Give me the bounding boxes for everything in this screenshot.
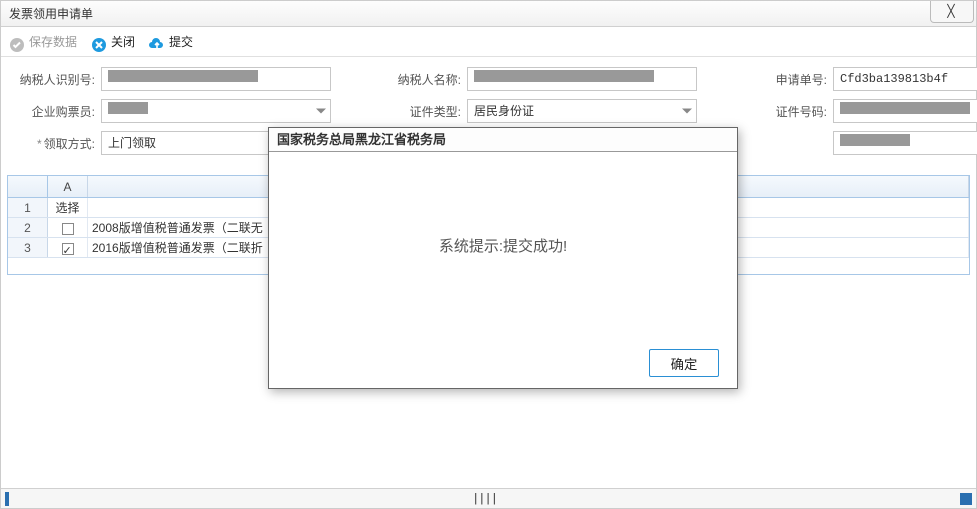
success-dialog: 国家税务总局黑龙江省税务局 系统提示:提交成功! 确定	[268, 127, 738, 389]
submit-label: 提交	[169, 27, 193, 57]
save-label: 保存数据	[29, 27, 77, 57]
checkbox-icon[interactable]	[62, 243, 74, 255]
taxpayer-id-label: 纳税人识别号:	[15, 71, 101, 88]
cert-no-input[interactable]	[833, 99, 977, 123]
buyer-label: 企业购票员:	[15, 103, 101, 120]
status-right-marker	[960, 493, 972, 505]
buyer-select[interactable]	[101, 99, 331, 123]
toolbar: 保存数据 关闭 提交	[1, 27, 976, 57]
close-circle-icon	[91, 34, 107, 50]
cert-type-select[interactable]: 居民身份证	[467, 99, 697, 123]
taxpayer-name-label: 纳税人名称:	[381, 71, 467, 88]
row-select-cell[interactable]	[48, 218, 88, 237]
col-select-header: 选择	[48, 198, 88, 217]
save-button[interactable]: 保存数据	[9, 27, 77, 57]
checkbox-icon[interactable]	[62, 223, 74, 235]
close-button[interactable]: 关闭	[91, 27, 135, 57]
title-bar: 发票领用申请单 ╳	[1, 1, 976, 27]
redacted-value	[474, 70, 654, 82]
taxpayer-id-input[interactable]	[101, 67, 331, 91]
status-bar: ||||	[1, 488, 976, 508]
row-select-cell[interactable]	[48, 238, 88, 257]
window-close-button[interactable]: ╳	[930, 1, 974, 23]
check-circle-icon	[9, 34, 25, 50]
submit-button[interactable]: 提交	[149, 27, 193, 57]
receive-mode-value: 上门领取	[108, 136, 156, 150]
status-center-marker: ||||	[472, 492, 497, 506]
grid-corner	[8, 176, 48, 197]
dialog-title: 国家税务总局黑龙江省税务局	[269, 128, 737, 152]
window-title: 发票领用申请单	[9, 7, 93, 21]
status-left-marker	[5, 492, 9, 506]
apply-no-input[interactable]: Cfd3ba139813b4f	[833, 67, 977, 91]
redacted-value	[108, 102, 148, 114]
extra-input[interactable]	[833, 131, 977, 155]
redacted-value	[840, 134, 910, 146]
grid-col-letter: A	[48, 176, 88, 197]
cert-type-label: 证件类型:	[381, 103, 467, 120]
grid-rownum: 2	[8, 218, 48, 237]
upload-cloud-icon	[149, 34, 165, 50]
apply-no-label: 申请单号:	[747, 71, 833, 88]
ok-button[interactable]: 确定	[649, 349, 719, 377]
grid-rownum: 3	[8, 238, 48, 257]
chevron-down-icon	[316, 109, 326, 114]
cert-no-label: 证件号码:	[747, 103, 833, 120]
dialog-message: 系统提示:提交成功!	[269, 152, 737, 338]
close-label: 关闭	[111, 27, 135, 57]
redacted-value	[840, 102, 970, 114]
dialog-footer: 确定	[269, 338, 737, 388]
cert-type-value: 居民身份证	[474, 104, 534, 118]
redacted-value	[108, 70, 258, 82]
grid-rownum: 1	[8, 198, 48, 217]
receive-mode-label: *领取方式:	[15, 135, 101, 152]
chevron-down-icon	[682, 109, 692, 114]
taxpayer-name-input[interactable]	[467, 67, 697, 91]
